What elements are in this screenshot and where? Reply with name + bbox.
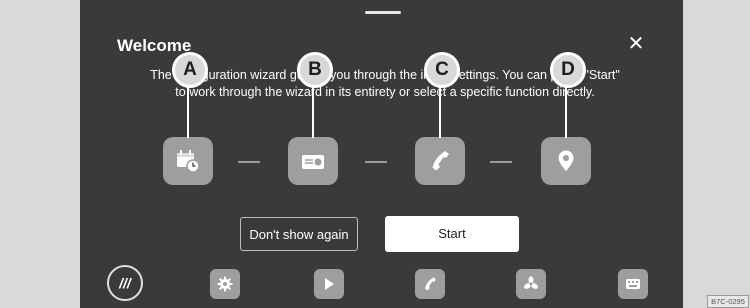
step-c-phone-icon[interactable] — [415, 137, 465, 185]
callout-line-d — [565, 86, 567, 138]
callout-line-c — [439, 86, 441, 138]
step-a-calendar-clock-icon[interactable] — [163, 137, 213, 185]
fan-icon[interactable] — [516, 269, 546, 299]
callout-marker-a: A — [172, 52, 208, 88]
figure-code: B7C-0295 — [707, 295, 749, 308]
start-button[interactable]: Start — [385, 216, 519, 252]
dont-show-again-button[interactable]: Don't show again — [240, 217, 358, 251]
callout-marker-c: C — [424, 52, 460, 88]
menu-icon[interactable]: /// — [107, 265, 143, 301]
phone-icon[interactable] — [415, 269, 445, 299]
callout-line-a — [187, 86, 189, 138]
step-b-radio-icon[interactable] — [288, 137, 338, 185]
step-d-location-pin-icon[interactable] — [541, 137, 591, 185]
step-connector — [365, 161, 387, 163]
callout-line-b — [312, 86, 314, 138]
wizard-steps — [80, 0, 683, 308]
step-connector — [490, 161, 512, 163]
infotainment-screen: Welcome ✕ The configuration wizard guide… — [80, 0, 683, 308]
media-play-icon[interactable] — [314, 269, 344, 299]
keyboard-icon[interactable] — [618, 269, 648, 299]
step-connector — [238, 161, 260, 163]
callout-marker-d: D — [550, 52, 586, 88]
settings-gear-icon[interactable] — [210, 269, 240, 299]
callout-marker-b: B — [297, 52, 333, 88]
